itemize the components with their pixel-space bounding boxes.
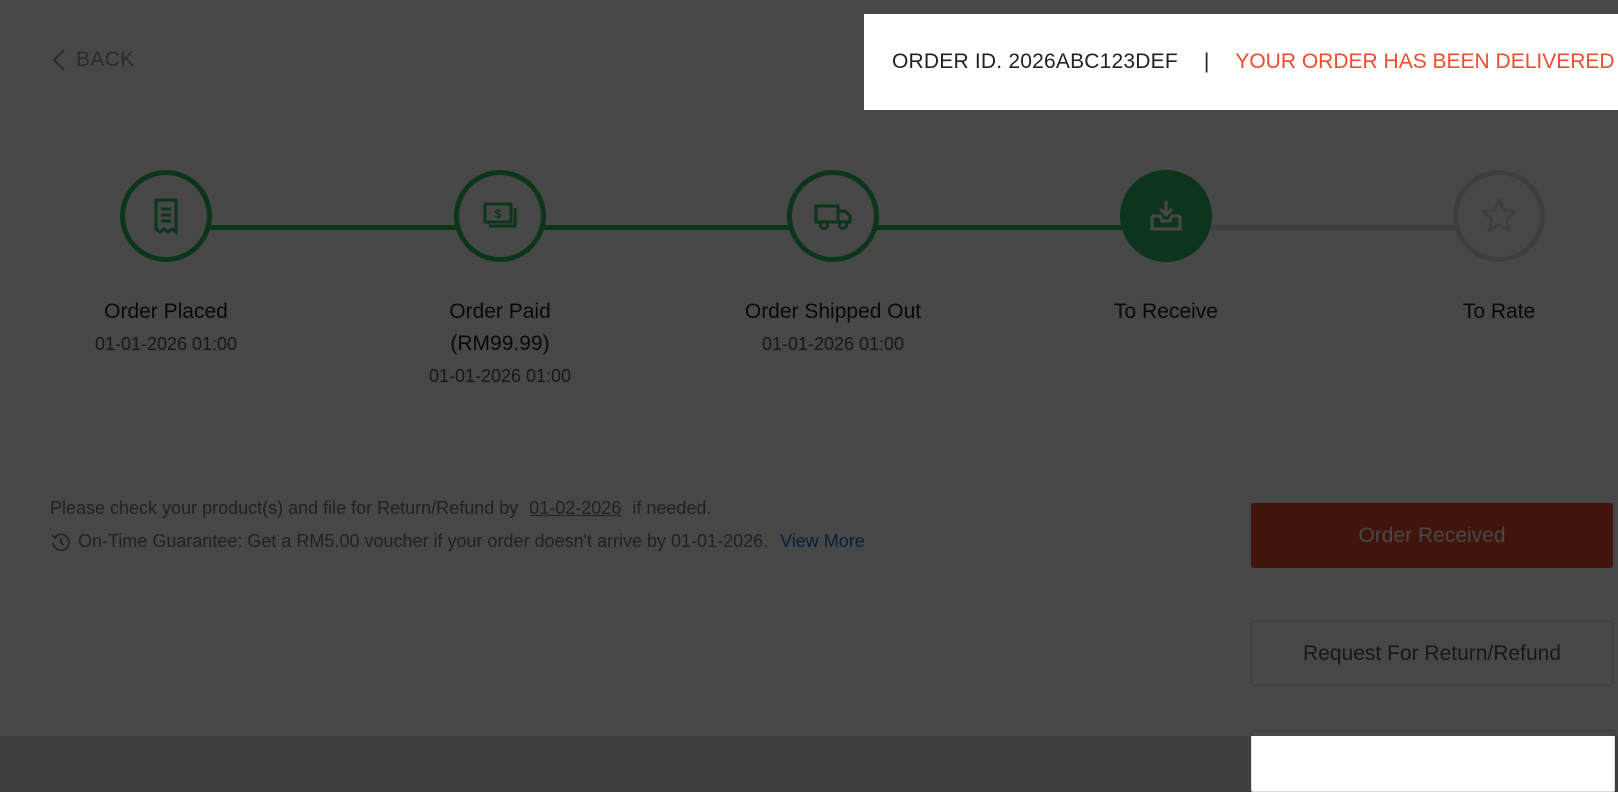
order-progress-stepper: Order Placed 01-01-2026 01:00 $ Order Pa…	[0, 170, 1618, 430]
more-actions-button[interactable]	[1251, 730, 1615, 792]
chevron-left-icon	[52, 49, 65, 71]
step-circle	[1453, 170, 1545, 262]
view-more-link[interactable]: View More	[780, 525, 865, 558]
banner-separator: |	[1203, 50, 1210, 73]
order-status: YOUR ORDER HAS BEEN DELIVERED	[1235, 50, 1615, 73]
step-circle	[1120, 170, 1212, 262]
return-note-prefix: Please check your product(s) and file fo…	[50, 498, 524, 518]
return-note-suffix: if needed.	[627, 498, 712, 518]
step-order-shipped: Order Shipped Out 01-01-2026 01:00	[713, 170, 953, 360]
svg-text:$: $	[495, 207, 502, 221]
order-detail-page: BACK Order Placed 01-01-2026 01:00 $ Ord…	[0, 0, 1618, 792]
step-time: 01-01-2026 01:00	[428, 366, 572, 386]
step-title: Order Placed	[104, 300, 228, 323]
step-order-paid: $ Order Paid (RM99.99) 01-01-2026 01:00	[380, 170, 620, 392]
clock-refresh-icon	[51, 533, 70, 551]
order-status-banner: ORDER ID. 2026ABC123DEF | YOUR ORDER HAS…	[864, 14, 1618, 110]
step-amount: (RM99.99)	[450, 332, 550, 355]
step-to-receive: To Receive	[1046, 170, 1286, 328]
return-refund-button[interactable]: Request For Return/Refund	[1251, 621, 1613, 686]
step-order-placed: Order Placed 01-01-2026 01:00	[46, 170, 286, 360]
order-notice: Please check your product(s) and file fo…	[50, 492, 865, 558]
truck-icon	[814, 204, 852, 230]
inbox-download-icon	[1150, 201, 1182, 231]
back-button[interactable]: BACK	[52, 44, 134, 76]
step-time: 01-01-2026 01:00	[94, 334, 238, 354]
step-circle	[120, 170, 212, 262]
order-id: ORDER ID. 2026ABC123DEF	[892, 50, 1178, 73]
progress-bar-done	[166, 225, 1166, 230]
step-circle	[787, 170, 879, 262]
return-deadline-date: 01-02-2026	[529, 498, 622, 518]
return-deadline-note: Please check your product(s) and file fo…	[50, 492, 865, 525]
money-icon: $	[483, 202, 517, 228]
star-icon	[1481, 198, 1517, 232]
step-title: To Receive	[1114, 300, 1218, 323]
order-received-button[interactable]: Order Received	[1251, 503, 1613, 568]
step-title: Order Shipped Out	[744, 300, 922, 323]
step-circle: $	[454, 170, 546, 262]
guarantee-text: On-Time Guarantee: Get a RM5.00 voucher …	[78, 531, 769, 551]
back-label: BACK	[76, 48, 135, 71]
step-time: 01-01-2026 01:00	[761, 334, 905, 354]
step-title: To Rate	[1462, 300, 1536, 323]
receipt-icon	[154, 198, 178, 235]
step-to-rate: To Rate	[1379, 170, 1618, 328]
on-time-guarantee: On-Time Guarantee: Get a RM5.00 voucher …	[50, 525, 865, 558]
step-title: Order Paid	[449, 300, 551, 323]
